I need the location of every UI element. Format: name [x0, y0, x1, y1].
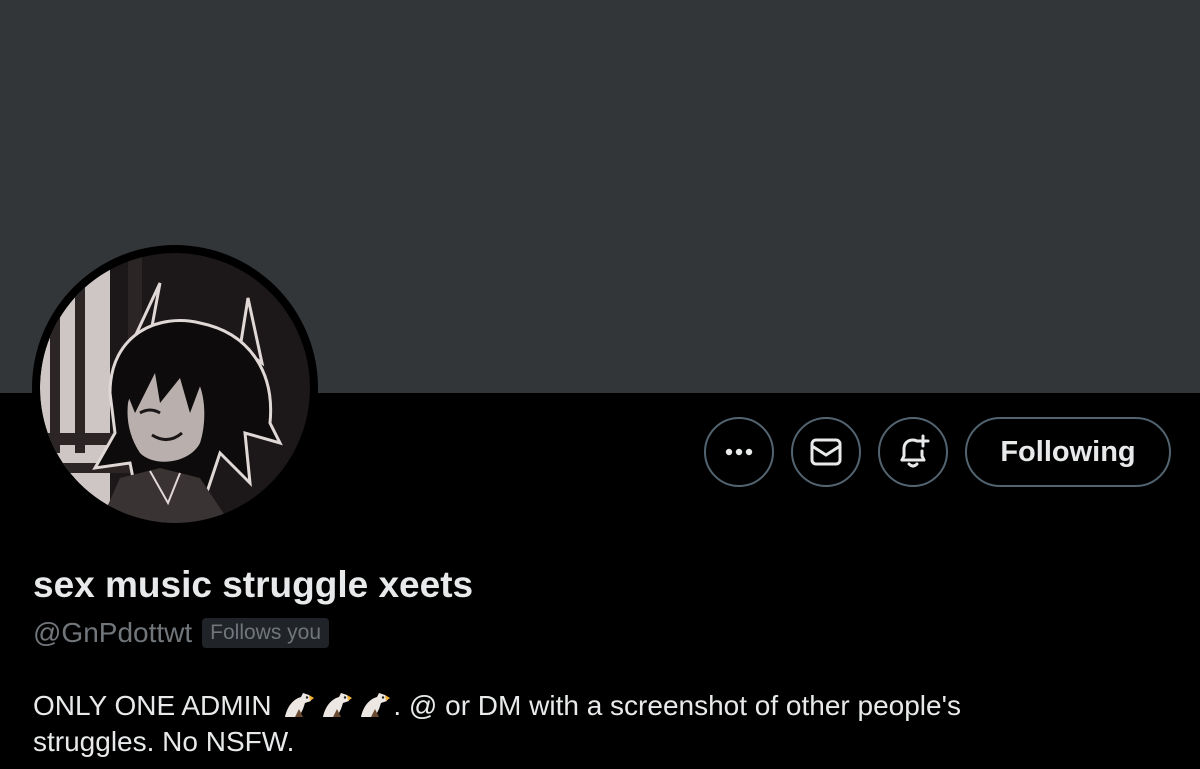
avatar-image — [40, 253, 310, 523]
bell-plus-icon — [900, 434, 930, 468]
envelope-icon — [810, 438, 842, 466]
profile-actions: Following — [704, 417, 1171, 487]
handle-row: @GnPdottwt Follows you — [33, 617, 330, 649]
bio-text-start: ONLY ONE ADMIN — [33, 690, 272, 721]
display-name: sex music struggle xeets — [33, 564, 474, 605]
eagle-emoji-icon — [361, 693, 391, 717]
eagle-emoji-icon — [285, 693, 315, 717]
user-handle: @GnPdottwt — [33, 617, 193, 648]
more-button[interactable] — [704, 417, 774, 487]
bio-text-middle: . @ or DM with a screenshot of other peo… — [393, 690, 961, 721]
profile-page: Following sex music struggle xeets @GnPd… — [0, 0, 1200, 769]
eagle-emoji-icon — [323, 693, 353, 717]
notify-button[interactable] — [878, 417, 948, 487]
bio-text-line2: struggles. No NSFW. — [33, 726, 295, 757]
more-dots-icon — [725, 448, 753, 456]
message-button[interactable] — [791, 417, 861, 487]
following-button[interactable]: Following — [965, 417, 1171, 487]
follows-you-badge: Follows you — [202, 618, 330, 648]
profile-avatar[interactable] — [32, 245, 318, 531]
profile-bio: ONLY ONE ADMIN . @ or DM with a screensh… — [33, 688, 1163, 760]
